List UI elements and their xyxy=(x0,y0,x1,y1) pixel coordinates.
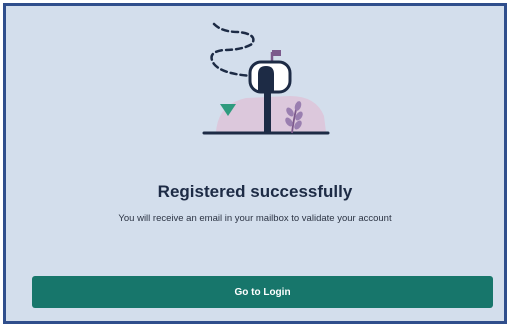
registration-success-panel: Registered successfully You will receive… xyxy=(3,3,507,324)
mailbox-illustration-icon xyxy=(202,22,330,135)
success-message: You will receive an email in your mailbo… xyxy=(118,213,392,224)
page-title: Registered successfully xyxy=(157,182,353,201)
go-to-login-button[interactable]: Go to Login xyxy=(32,276,493,308)
